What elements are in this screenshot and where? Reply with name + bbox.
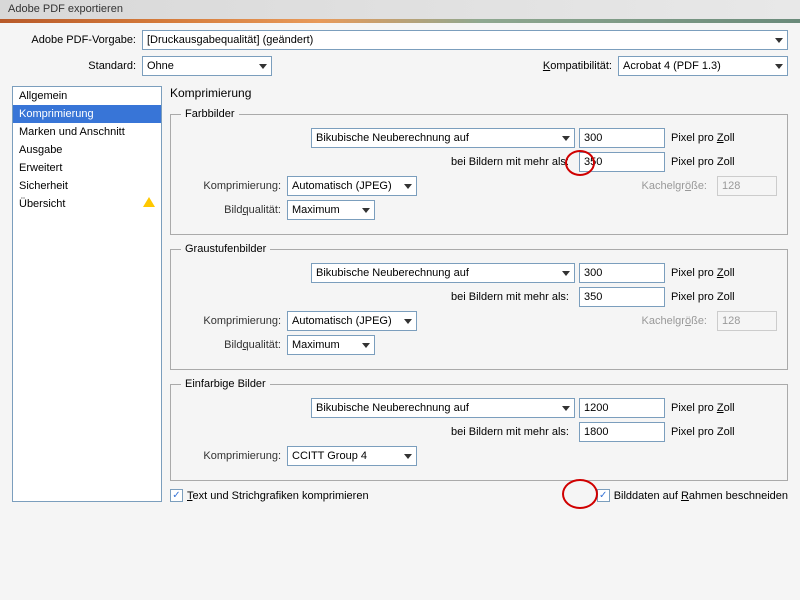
- compat-select[interactable]: Acrobat 4 (PDF 1.3): [618, 56, 788, 76]
- mono-dpi-unit: Pixel pro Zoll: [671, 402, 735, 414]
- color-tile-label: Kachelgröße:: [642, 180, 713, 192]
- chevron-down-icon: [775, 64, 783, 69]
- color-downsample-select[interactable]: Bikubische Neuberechnung auf: [311, 128, 575, 148]
- gray-quality-label: Bildqualität:: [181, 339, 287, 351]
- chevron-down-icon: [562, 271, 570, 276]
- annotation-circle: [562, 479, 598, 509]
- sidebar-item-advanced[interactable]: Erweitert: [13, 159, 161, 177]
- gray-legend: Graustufenbilder: [181, 243, 270, 255]
- color-threshold-label: bei Bildern mit mehr als:: [311, 156, 575, 168]
- gray-compress-select[interactable]: Automatisch (JPEG): [287, 311, 417, 331]
- chevron-down-icon: [775, 38, 783, 43]
- sidebar-item-output[interactable]: Ausgabe: [13, 141, 161, 159]
- chevron-down-icon: [362, 208, 370, 213]
- chevron-down-icon: [259, 64, 267, 69]
- sidebar-item-marks[interactable]: Marken und Anschnitt: [13, 123, 161, 141]
- color-tile-input: 128: [717, 176, 777, 196]
- warning-icon: [143, 197, 155, 207]
- gray-quality-select[interactable]: Maximum: [287, 335, 375, 355]
- color-threshold-input[interactable]: 350: [579, 152, 665, 172]
- gray-images-group: Graustufenbilder Bikubische Neuberechnun…: [170, 243, 788, 370]
- chevron-down-icon: [562, 406, 570, 411]
- check-icon: ✓: [599, 491, 607, 501]
- gray-dpi-unit: Pixel pro Zoll: [671, 267, 735, 279]
- chevron-down-icon: [362, 343, 370, 348]
- standard-label: Standard:: [12, 60, 142, 72]
- gray-tile-input: 128: [717, 311, 777, 331]
- color-dpi-unit: Pixel pro Zoll: [671, 132, 735, 144]
- color-quality-label: Bildqualität:: [181, 204, 287, 216]
- compress-text-label: Text und Strichgrafiken komprimieren: [187, 490, 369, 502]
- category-sidebar: Allgemein Komprimierung Marken und Ansch…: [12, 86, 162, 502]
- preset-select[interactable]: [Druckausgabequalität] (geändert): [142, 30, 788, 50]
- mono-threshold-unit: Pixel pro Zoll: [671, 426, 735, 438]
- color-compress-select[interactable]: Automatisch (JPEG): [287, 176, 417, 196]
- window-titlebar: Adobe PDF exportieren: [0, 0, 800, 20]
- gray-downsample-select[interactable]: Bikubische Neuberechnung auf: [311, 263, 575, 283]
- mono-threshold-label: bei Bildern mit mehr als:: [311, 426, 575, 438]
- compress-text-checkbox[interactable]: ✓: [170, 489, 183, 502]
- preset-label: Adobe PDF-Vorgabe:: [12, 34, 142, 46]
- color-quality-select[interactable]: Maximum: [287, 200, 375, 220]
- sidebar-item-compression[interactable]: Komprimierung: [13, 105, 161, 123]
- check-icon: ✓: [172, 491, 180, 501]
- window-title: Adobe PDF exportieren: [8, 3, 123, 15]
- gray-dpi-input[interactable]: 300: [579, 263, 665, 283]
- sidebar-item-general[interactable]: Allgemein: [13, 87, 161, 105]
- gray-threshold-label: bei Bildern mit mehr als:: [311, 291, 575, 303]
- chevron-down-icon: [404, 184, 412, 189]
- crop-frames-checkbox[interactable]: ✓: [597, 489, 610, 502]
- standard-select[interactable]: Ohne: [142, 56, 272, 76]
- color-legend: Farbbilder: [181, 108, 239, 120]
- compression-panel: Komprimierung Farbbilder Bikubische Neub…: [170, 86, 788, 502]
- mono-downsample-select[interactable]: Bikubische Neuberechnung auf: [311, 398, 575, 418]
- mono-threshold-input[interactable]: 1800: [579, 422, 665, 442]
- crop-frames-label: Bilddaten auf Rahmen beschneiden: [614, 490, 788, 502]
- mono-compress-select[interactable]: CCITT Group 4: [287, 446, 417, 466]
- chevron-down-icon: [404, 319, 412, 324]
- color-threshold-unit: Pixel pro Zoll: [671, 156, 735, 168]
- color-dpi-input[interactable]: 300: [579, 128, 665, 148]
- color-images-group: Farbbilder Bikubische Neuberechnung auf …: [170, 108, 788, 235]
- mono-dpi-input[interactable]: 1200: [579, 398, 665, 418]
- gray-tile-label: Kachelgröße:: [642, 315, 713, 327]
- mono-images-group: Einfarbige Bilder Bikubische Neuberechnu…: [170, 378, 788, 481]
- compat-label: Kompatibilität:: [543, 60, 618, 72]
- mono-compress-label: Komprimierung:: [181, 450, 287, 462]
- mono-legend: Einfarbige Bilder: [181, 378, 270, 390]
- chevron-down-icon: [404, 454, 412, 459]
- sidebar-item-security[interactable]: Sicherheit: [13, 177, 161, 195]
- color-compress-label: Komprimierung:: [181, 180, 287, 192]
- gray-compress-label: Komprimierung:: [181, 315, 287, 327]
- sidebar-item-summary[interactable]: Übersicht: [13, 195, 161, 213]
- panel-title: Komprimierung: [170, 86, 788, 100]
- gray-threshold-input[interactable]: 350: [579, 287, 665, 307]
- chevron-down-icon: [562, 136, 570, 141]
- gray-threshold-unit: Pixel pro Zoll: [671, 291, 735, 303]
